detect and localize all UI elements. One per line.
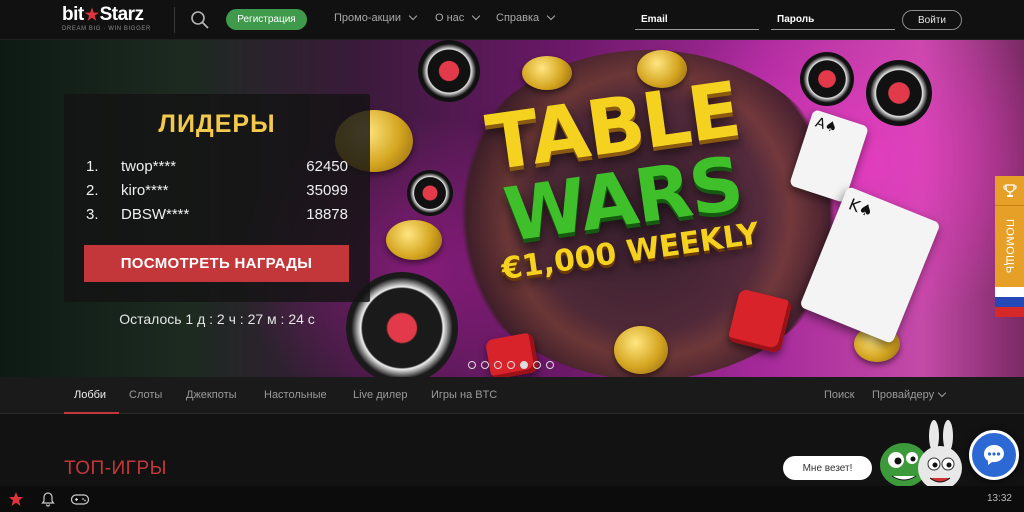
leader-name: twop**** bbox=[121, 158, 177, 175]
active-tab-indicator bbox=[64, 412, 119, 414]
register-button[interactable]: Регистрация bbox=[226, 9, 307, 30]
logo-text-right: Starz bbox=[99, 4, 144, 25]
leaderboard-row: 1. twop**** 62450 bbox=[86, 158, 348, 178]
gold-coin-image bbox=[522, 56, 572, 90]
trophy-icon[interactable] bbox=[995, 176, 1024, 205]
chevron-down-icon bbox=[408, 11, 418, 21]
email-field[interactable] bbox=[635, 10, 759, 30]
nav-promotions[interactable]: Промо-акции bbox=[334, 11, 418, 24]
top-header: bit ★ Starz DREAM BIG · WIN BIGGER Регис… bbox=[0, 0, 1024, 40]
king-spade-icon: K♠ bbox=[846, 194, 877, 222]
header-divider bbox=[174, 7, 175, 33]
logo-wordmark: bit ★ Starz bbox=[62, 4, 162, 26]
carousel-dot[interactable] bbox=[481, 361, 489, 369]
carousel-dot[interactable] bbox=[533, 361, 541, 369]
spade-icon: A♠ bbox=[813, 114, 840, 137]
leader-name: kiro**** bbox=[121, 182, 169, 199]
logo-star-icon: ★ bbox=[84, 7, 99, 24]
logo-text-left: bit bbox=[62, 4, 84, 25]
logo-tagline: DREAM BIG · WIN BIGGER bbox=[62, 26, 151, 32]
promo-banner[interactable]: A♠ K♠ TABLE WARS €1,000 WEEKLY ЛИДЕРЫ 1.… bbox=[0, 40, 1024, 377]
gold-coin-image bbox=[386, 220, 442, 260]
leaderboard-row: 2. kiro**** 35099 bbox=[86, 182, 348, 202]
tab-slots[interactable]: Слоты bbox=[129, 389, 162, 401]
gamepad-icon[interactable] bbox=[70, 491, 90, 507]
poker-chip-image bbox=[407, 170, 453, 216]
tab-lobby[interactable]: Лобби bbox=[74, 389, 106, 401]
login-button[interactable]: Войти bbox=[902, 10, 962, 30]
help-button[interactable]: ПОМОЩЬ bbox=[995, 205, 1024, 287]
bitstarz-logo[interactable]: bit ★ Starz DREAM BIG · WIN BIGGER bbox=[62, 4, 162, 36]
leader-rank: 3. bbox=[86, 206, 99, 223]
carousel-dot[interactable] bbox=[468, 361, 476, 369]
carousel-dot[interactable] bbox=[507, 361, 515, 369]
chat-speech-bubble[interactable]: Мне везет! bbox=[783, 456, 872, 480]
tab-live-dealer[interactable]: Live дилер bbox=[353, 389, 407, 401]
nav-about-label: О нас bbox=[435, 12, 465, 24]
nav-help-label: Справка bbox=[496, 12, 540, 24]
password-field[interactable] bbox=[771, 10, 895, 30]
leader-name: DBSW**** bbox=[121, 206, 190, 223]
chevron-down-icon bbox=[546, 11, 556, 21]
chat-icon bbox=[984, 445, 1004, 465]
russian-flag-icon[interactable] bbox=[995, 287, 1024, 317]
leaderboard-row: 3. DBSW**** 18878 bbox=[86, 206, 348, 226]
leader-score: 18878 bbox=[306, 206, 348, 223]
tab-jackpots[interactable]: Джекпоты bbox=[186, 389, 237, 401]
section-title-top-games: ТОП-ИГРЫ bbox=[64, 458, 167, 479]
nav-help[interactable]: Справка bbox=[496, 11, 556, 24]
carousel-dots bbox=[468, 361, 554, 369]
carousel-dot[interactable] bbox=[494, 361, 502, 369]
leader-score: 35099 bbox=[306, 182, 348, 199]
leaderboard-title: ЛИДЕРЫ bbox=[158, 110, 276, 138]
chevron-down-icon bbox=[937, 388, 947, 398]
side-help-tab: ПОМОЩЬ bbox=[995, 176, 1024, 320]
search-icon[interactable] bbox=[190, 10, 210, 30]
tab-btc-games[interactable]: Игры на BTC bbox=[431, 389, 497, 401]
dice-image bbox=[484, 332, 540, 377]
nav-promotions-label: Промо-акции bbox=[334, 12, 402, 24]
leader-rank: 2. bbox=[86, 182, 99, 199]
poker-chip-image bbox=[800, 52, 854, 106]
mascot-characters-image[interactable] bbox=[874, 420, 970, 495]
provider-filter-dropdown[interactable]: Провайдеру bbox=[872, 388, 947, 401]
live-chat-button[interactable] bbox=[969, 430, 1019, 480]
poker-chip-image bbox=[866, 60, 932, 126]
tab-table-games[interactable]: Настольные bbox=[264, 389, 327, 401]
bell-icon[interactable] bbox=[40, 491, 56, 507]
gold-coin-image bbox=[614, 326, 668, 374]
leader-score: 62450 bbox=[306, 158, 348, 175]
search-games-button[interactable]: Поиск bbox=[824, 389, 854, 401]
star-icon[interactable] bbox=[8, 491, 24, 507]
nav-about[interactable]: О нас bbox=[435, 11, 481, 24]
clock-display: 13:32 bbox=[986, 493, 1012, 504]
carousel-dot[interactable] bbox=[546, 361, 554, 369]
view-rewards-button[interactable]: ПОСМОТРЕТЬ НАГРАДЫ bbox=[84, 245, 349, 282]
countdown-timer: Осталось 1 д : 2 ч : 27 м : 24 с bbox=[119, 311, 315, 327]
bottom-taskbar: 13:32 bbox=[0, 486, 1024, 512]
game-category-tabs: Лобби Слоты Джекпоты Настольные Live дил… bbox=[0, 377, 1024, 414]
provider-filter-label: Провайдеру bbox=[872, 389, 935, 401]
chevron-down-icon bbox=[472, 11, 481, 21]
poker-chip-image bbox=[418, 40, 480, 102]
page: bit ★ Starz DREAM BIG · WIN BIGGER Регис… bbox=[0, 0, 1024, 512]
leader-rank: 1. bbox=[86, 158, 99, 175]
carousel-dot[interactable] bbox=[520, 361, 528, 369]
